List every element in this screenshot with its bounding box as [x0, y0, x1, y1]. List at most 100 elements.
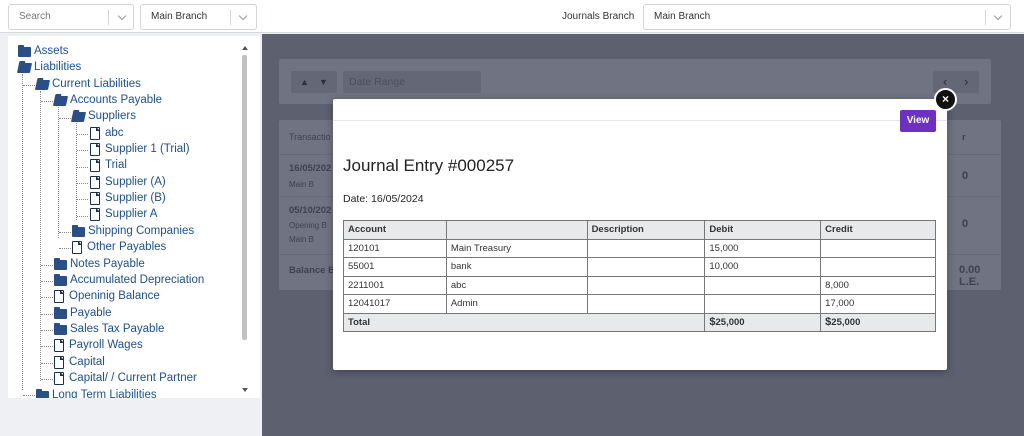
- chevron-down-icon[interactable]: [117, 11, 127, 21]
- chevron-right-icon[interactable]: ›: [964, 74, 968, 89]
- file-icon: [54, 339, 64, 352]
- journals-branch-label: Journals Branch: [562, 11, 635, 22]
- cell-account: 2211001: [343, 275, 447, 295]
- cell-credit: [820, 257, 936, 277]
- tree-connector: [77, 216, 88, 217]
- tree-item-label: Sales Tax Payable: [70, 323, 165, 335]
- cell-description: [586, 257, 706, 277]
- col-transaction: Transactio: [289, 132, 331, 142]
- arrow-down-icon[interactable]: ▼: [319, 77, 328, 87]
- top-bar: Search Main Branch Journals Branch Main …: [0, 0, 1024, 33]
- row2-branch: Main B: [289, 235, 314, 244]
- file-icon: [54, 372, 64, 385]
- tree-connector: [77, 199, 88, 200]
- close-icon[interactable]: ×: [934, 88, 957, 111]
- filter-bar: ▲ ▼ Date Range ‹ ›: [279, 59, 991, 104]
- tree-item-label: Supplier (B): [105, 192, 166, 204]
- tree-scrollbar-thumb[interactable]: [242, 55, 247, 340]
- cell-account-name: Main Treasury: [445, 238, 588, 258]
- header-blank: [445, 220, 588, 240]
- arrow-up-icon[interactable]: ▲: [300, 77, 309, 87]
- file-icon: [72, 241, 82, 254]
- total-label: Total: [342, 312, 706, 332]
- table-row: 12041017 Admin 17,000: [343, 294, 936, 314]
- folder-icon: [72, 225, 85, 237]
- branch-filter-select[interactable]: Main Branch: [140, 4, 257, 30]
- folder-icon: [54, 274, 67, 286]
- select-separator: [985, 10, 986, 25]
- branch-filter-value: Main Branch: [151, 11, 208, 22]
- total-debit: $25,000: [704, 312, 822, 332]
- cell-credit: 8,000: [820, 275, 936, 295]
- sort-buttons[interactable]: ▲ ▼: [291, 71, 337, 93]
- tree-connector: [59, 232, 71, 233]
- tree-connector: [23, 395, 35, 396]
- search-input[interactable]: Search: [8, 4, 134, 30]
- tree-item-label: Trial: [105, 159, 127, 171]
- file-icon: [90, 127, 100, 140]
- journal-entry-date: Date: 16/05/2024: [343, 193, 424, 205]
- tree-connector: [59, 248, 71, 249]
- chevron-down-icon[interactable]: [238, 11, 248, 21]
- file-icon: [90, 208, 100, 221]
- tree-item-label: Openinig Balance: [69, 290, 160, 302]
- tree-item-label: Other Payables: [87, 241, 167, 253]
- row2-amount: 0: [962, 218, 969, 230]
- tree-connector: [40, 91, 41, 381]
- journal-entry-modal: View Journal Entry #000257 Date: 16/05/2…: [333, 99, 947, 370]
- file-icon: [54, 356, 64, 369]
- tree-connector: [22, 74, 23, 390]
- tree-item-label: Capital: [69, 356, 105, 368]
- col-right: r: [962, 132, 966, 143]
- header-description: Description: [586, 220, 706, 240]
- header-account: Account: [343, 220, 447, 240]
- journals-branch-select[interactable]: Main Branch: [643, 4, 1011, 30]
- tree-item-label: Notes Payable: [70, 258, 145, 270]
- tree-connector: [77, 150, 88, 151]
- total-debit-value: 25,000: [715, 317, 745, 329]
- table-row: 55001 bank 10,000: [343, 257, 936, 277]
- tree-item-label: Supplier 1 (Trial): [105, 143, 190, 155]
- table-row: 120101 Main Treasury 15,000: [343, 238, 936, 258]
- folder-open-icon: [70, 112, 87, 122]
- scroll-down-arrow-icon[interactable]: [242, 388, 248, 392]
- tree-item-label: Capital/ / Current Partner: [69, 372, 197, 384]
- journals-branch-value: Main Branch: [654, 11, 711, 22]
- folder-open-icon: [34, 80, 51, 90]
- cell-debit: 15,000: [704, 238, 822, 258]
- tree-connector: [77, 183, 88, 184]
- cell-debit: [704, 275, 822, 295]
- journal-entry-table: Account Description Debit Credit 120101 …: [342, 220, 936, 332]
- folder-icon: [54, 258, 67, 270]
- tree-connector: [41, 297, 53, 298]
- tree-connector: [77, 167, 88, 168]
- modal-header-divider: [333, 120, 947, 121]
- cell-account-name: bank: [445, 257, 588, 277]
- tree-connector: [76, 123, 77, 220]
- view-button[interactable]: View: [900, 110, 936, 132]
- tree-item-label: Supplier A: [105, 208, 158, 220]
- cell-description: [586, 275, 706, 295]
- scroll-up-arrow-icon[interactable]: [242, 46, 248, 50]
- tree-connector: [41, 363, 53, 364]
- folder-open-icon: [16, 63, 33, 73]
- tree-item-label: Assets: [34, 45, 69, 57]
- cell-credit: [820, 238, 936, 258]
- tree-connector: [41, 346, 53, 347]
- folder-icon: [54, 307, 67, 319]
- journal-entry-title: Journal Entry #000257: [343, 156, 515, 175]
- tree-item-label: abc: [105, 127, 124, 139]
- tree-connector: [23, 85, 35, 86]
- cell-credit: 17,000: [820, 294, 936, 314]
- cell-account: 120101: [343, 238, 447, 258]
- tree-item-label: Payroll Wages: [69, 339, 143, 351]
- chevron-down-icon[interactable]: [993, 11, 1003, 21]
- date-range-input[interactable]: Date Range: [343, 71, 481, 93]
- tree-connector: [58, 107, 59, 238]
- tree-connector: [41, 314, 53, 315]
- row1-date: 16/05/202: [289, 163, 332, 174]
- tree-item-label: Accumulated Depreciation: [70, 274, 205, 286]
- file-icon: [90, 143, 100, 156]
- tree-connector: [41, 265, 53, 266]
- chevron-left-icon[interactable]: ‹: [943, 74, 947, 89]
